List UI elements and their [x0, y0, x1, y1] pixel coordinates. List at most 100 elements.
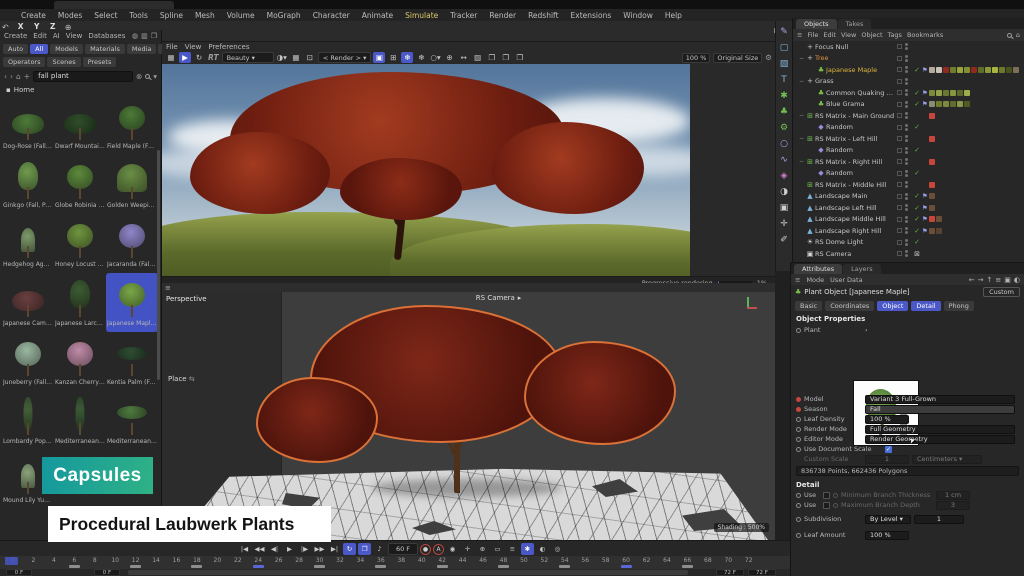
timeline-ruler[interactable]: 0246810121416182022242628303234363840424…: [0, 556, 790, 569]
nav-forward-icon[interactable]: ›: [10, 72, 13, 81]
asset-category-tab[interactable]: Operators: [3, 57, 45, 67]
max-branch-depth-field[interactable]: 3: [936, 501, 970, 510]
plant-asset-cell[interactable]: Hedgehog Agave (Fall...: [2, 214, 54, 273]
send-to-pv-icon[interactable]: ❐: [500, 52, 512, 63]
previous-key-icon[interactable]: ◀◀: [253, 543, 266, 555]
camera-icon[interactable]: ▣: [777, 200, 792, 215]
visibility-dots[interactable]: [904, 112, 909, 119]
asset-filter-tab[interactable]: Materials: [85, 44, 125, 54]
home-icon[interactable]: ⌂: [16, 72, 21, 81]
cloner-icon[interactable]: ✱: [777, 88, 792, 103]
enable-state-icon[interactable]: ✓: [912, 89, 922, 97]
model-select[interactable]: Variant 3 Full-Grown: [865, 395, 1015, 404]
vp-maple-canopy-selected[interactable]: [524, 341, 676, 445]
object-tree-row[interactable]: − ⊞ RS Matrix - Main Ground: [793, 110, 1024, 122]
om-menu-edit[interactable]: Edit: [823, 31, 836, 39]
object-tree-row[interactable]: ♣ Blue Grama ✓ ⚑: [793, 99, 1024, 111]
om-search-icon[interactable]: [1007, 33, 1012, 38]
keyframe-dot[interactable]: [796, 427, 801, 432]
phong-tag-icon[interactable]: ⚑: [922, 89, 929, 97]
visibility-dots[interactable]: [904, 101, 909, 108]
current-frame-field[interactable]: 0 F: [6, 569, 32, 576]
phong-tag-icon[interactable]: ⚑: [922, 100, 929, 108]
filter-icon[interactable]: ≡: [995, 276, 1001, 284]
use-max-branch-checkbox[interactable]: ✓: [823, 502, 830, 509]
attribute-section-tab[interactable]: Detail: [911, 301, 940, 311]
visibility-dots[interactable]: [904, 89, 909, 96]
plant-asset-cell[interactable]: Dog-Rose (Fall, Plant): [2, 96, 54, 155]
expand-toggle-icon[interactable]: −: [798, 112, 805, 119]
visibility-dots[interactable]: [904, 170, 909, 177]
plant-asset-cell[interactable]: Japanese Camellia (Fal...: [2, 273, 54, 332]
phong-tag-icon[interactable]: ⚑: [922, 215, 929, 223]
region-crop-icon[interactable]: ⊡: [304, 52, 316, 63]
search-icon[interactable]: [145, 74, 150, 79]
visibility-dots[interactable]: [904, 181, 909, 188]
plant-asset-cell[interactable]: Honey Locust 'Sunbur...: [54, 214, 106, 273]
object-name[interactable]: Common Quaking Grass: [826, 89, 897, 97]
layer-toggle[interactable]: [897, 148, 902, 153]
ab-menu-databases[interactable]: Databases: [88, 32, 125, 40]
playhead[interactable]: [5, 557, 18, 565]
record-pla-icon[interactable]: ✱: [521, 543, 534, 555]
layer-toggle[interactable]: [897, 182, 902, 187]
layer-toggle[interactable]: [897, 125, 902, 130]
range-start-field[interactable]: 0 F: [94, 569, 120, 576]
enable-state-icon[interactable]: ✓: [912, 227, 922, 235]
range-end-field[interactable]: 72 F: [716, 569, 744, 576]
asset-browser-scrollbar[interactable]: [157, 150, 160, 380]
enable-state-icon[interactable]: ⊠: [912, 250, 922, 258]
sync-icon[interactable]: ◐: [1014, 276, 1020, 284]
subdivision-level-field[interactable]: 1: [914, 515, 964, 524]
object-name[interactable]: Random: [826, 169, 897, 177]
material-tags[interactable]: [929, 193, 935, 199]
autokey-icon[interactable]: A: [433, 544, 444, 555]
enable-state-icon[interactable]: ✓: [912, 100, 922, 108]
vp-maple-canopy-selected[interactable]: [256, 377, 378, 463]
menu-item[interactable]: Window: [618, 11, 658, 20]
object-name[interactable]: Landscape Left Hill: [815, 204, 897, 212]
record-position-icon[interactable]: ✛: [461, 543, 474, 555]
play-icon[interactable]: ▶: [283, 543, 296, 555]
om-menu-file[interactable]: File: [807, 31, 818, 39]
spline-pen-icon[interactable]: ✎: [777, 24, 792, 39]
om-menu-object[interactable]: Object: [861, 31, 882, 39]
nav-back-icon[interactable]: ‹: [4, 72, 7, 81]
rt-label[interactable]: RT: [207, 52, 220, 63]
material-tags[interactable]: [929, 113, 935, 119]
zoom-value-field[interactable]: 100 %: [682, 53, 711, 63]
asset-filter-tab[interactable]: Auto: [3, 44, 28, 54]
phong-tag-icon[interactable]: ⚑: [922, 192, 929, 200]
rendered-image[interactable]: [162, 64, 690, 276]
visibility-dots[interactable]: [904, 204, 909, 211]
object-name[interactable]: Landscape Right Hill: [815, 227, 897, 235]
active-camera-label[interactable]: RS Camera▸: [476, 294, 522, 302]
search-input[interactable]: fall plant: [33, 71, 133, 82]
expand-toggle-icon[interactable]: −: [798, 55, 805, 62]
visibility-dots[interactable]: [904, 158, 909, 165]
object-tree-row[interactable]: ◆ Random ✓: [793, 168, 1024, 180]
menu-item[interactable]: Volume: [222, 11, 260, 20]
object-name[interactable]: Random: [826, 146, 897, 154]
object-manager-tab[interactable]: Objects: [796, 19, 837, 29]
renderview-settings-gear-icon[interactable]: ⚙: [765, 53, 772, 62]
clear-search-icon[interactable]: ⊗: [136, 72, 142, 81]
menu-item[interactable]: Modes: [53, 11, 87, 20]
keyframe-dot[interactable]: [796, 417, 801, 422]
asset-filter-tab[interactable]: Models: [50, 44, 83, 54]
viewport-view-label[interactable]: Perspective: [166, 295, 207, 303]
menu-item[interactable]: Character: [308, 11, 355, 20]
object-name[interactable]: Blue Grama: [826, 100, 897, 108]
enable-state-icon[interactable]: ✓: [912, 146, 922, 154]
deformer-icon[interactable]: ◈: [777, 168, 792, 183]
rv-menu-preferences[interactable]: Preferences: [208, 43, 249, 51]
object-name[interactable]: RS Matrix - Right Hill: [815, 158, 897, 166]
am-menu-user-data[interactable]: User Data: [830, 276, 862, 284]
keyframe-dot[interactable]: [796, 437, 801, 442]
object-name[interactable]: Landscape Main: [815, 192, 897, 200]
add-keyword-icon[interactable]: +: [24, 72, 30, 81]
layer-toggle[interactable]: [897, 194, 902, 199]
plant-asset-cell[interactable]: Dwarf Mountain Pine (...: [54, 96, 106, 155]
material-tags[interactable]: [929, 159, 935, 165]
place-tool-icon[interactable]: ⇆: [189, 375, 195, 383]
